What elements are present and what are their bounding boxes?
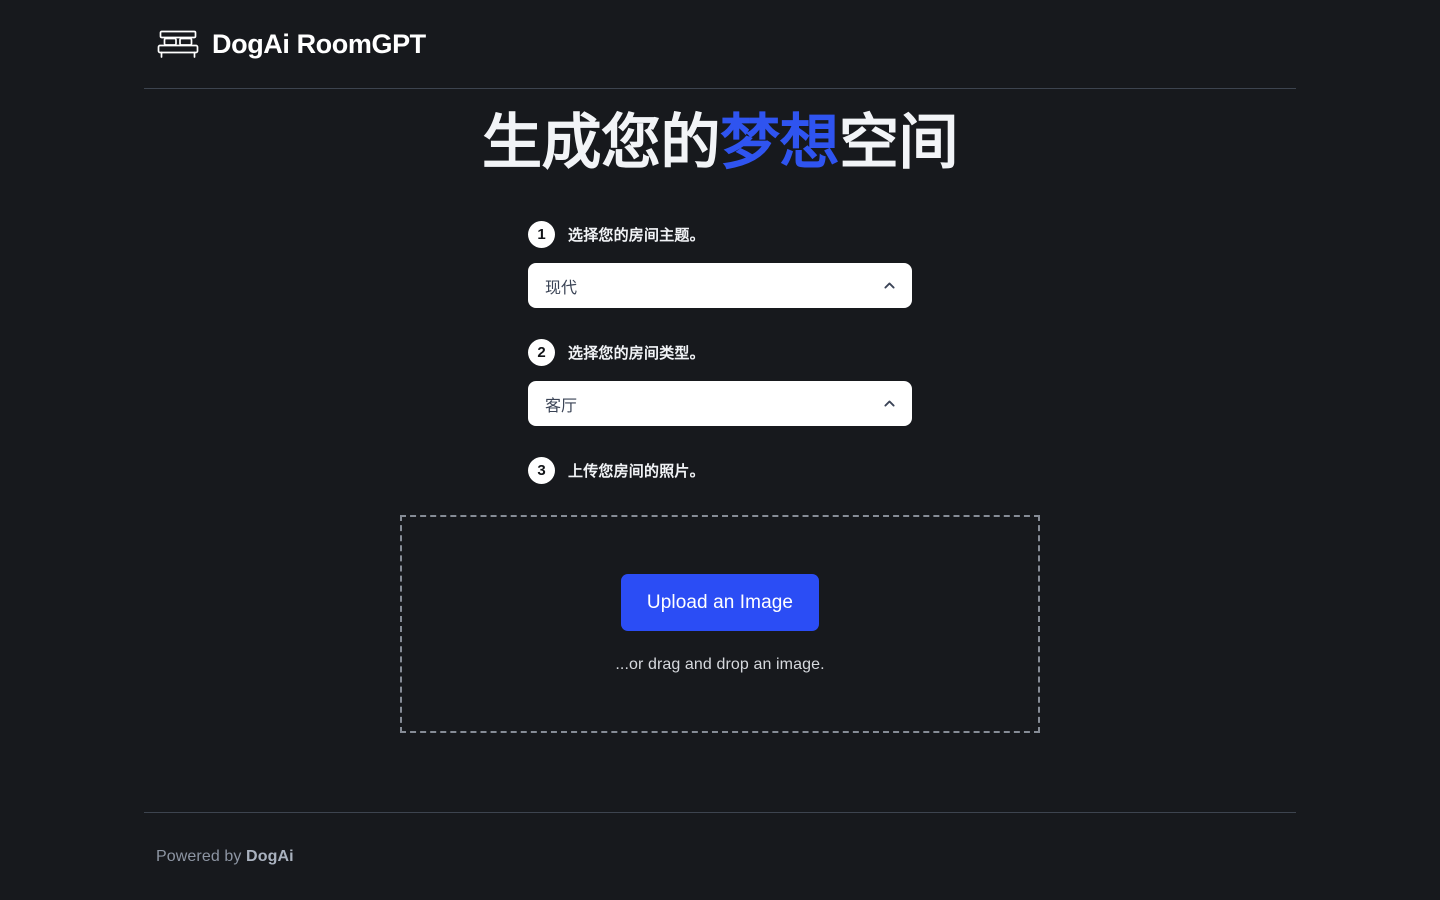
dropzone-hint-text: ...or drag and drop an image. [615, 656, 825, 673]
page-title-part1: 生成您的 [482, 109, 721, 176]
room-type-select[interactable]: 客厅 [528, 381, 912, 426]
brand-logo-link[interactable]: DogAi RoomGPT [144, 29, 426, 60]
step-1-number-badge: 1 [528, 221, 555, 248]
main-content: 生成您的梦想空间 1 选择您的房间主题。 现代 2 选择您的房间类型。 客厅 3… [144, 89, 1296, 812]
step-2-number-badge: 2 [528, 339, 555, 366]
page-title-part2: 空间 [839, 109, 959, 176]
steps-container: 1 选择您的房间主题。 现代 2 选择您的房间类型。 客厅 3 上传您房间的照片… [528, 221, 912, 484]
image-dropzone[interactable]: Upload an Image ...or drag and drop an i… [400, 515, 1040, 733]
app-root: DogAi RoomGPT 生成您的梦想空间 1 选择您的房间主题。 现代 2 … [0, 0, 1440, 900]
powered-by-text: Powered by DogAi [156, 848, 294, 866]
step-1-label: 选择您的房间主题。 [568, 227, 705, 244]
room-theme-selected-value: 现代 [545, 279, 578, 297]
step-3-number-badge: 3 [528, 457, 555, 484]
room-type-selected-value: 客厅 [545, 397, 578, 415]
page-title: 生成您的梦想空间 [482, 108, 959, 177]
step-2-header: 2 选择您的房间类型。 [528, 339, 912, 366]
chevron-up-icon[interactable] [882, 396, 897, 411]
upload-image-button[interactable]: Upload an Image [620, 574, 820, 631]
brand-name: DogAi RoomGPT [212, 28, 426, 59]
site-header: DogAi RoomGPT [144, 0, 1296, 89]
step-2-label: 选择您的房间类型。 [568, 345, 705, 362]
chevron-up-icon[interactable] [882, 278, 897, 293]
step-1-header: 1 选择您的房间主题。 [528, 221, 912, 248]
bed-icon [156, 29, 200, 59]
step-3-header: 3 上传您房间的照片。 [528, 457, 912, 484]
step-3-label: 上传您房间的照片。 [568, 463, 705, 480]
site-footer: Powered by DogAi [144, 812, 1296, 900]
room-theme-select[interactable]: 现代 [528, 263, 912, 308]
powered-by-prefix: Powered by [156, 847, 247, 865]
powered-by-brand[interactable]: DogAi [246, 848, 294, 865]
page-title-accent: 梦想 [720, 109, 840, 176]
